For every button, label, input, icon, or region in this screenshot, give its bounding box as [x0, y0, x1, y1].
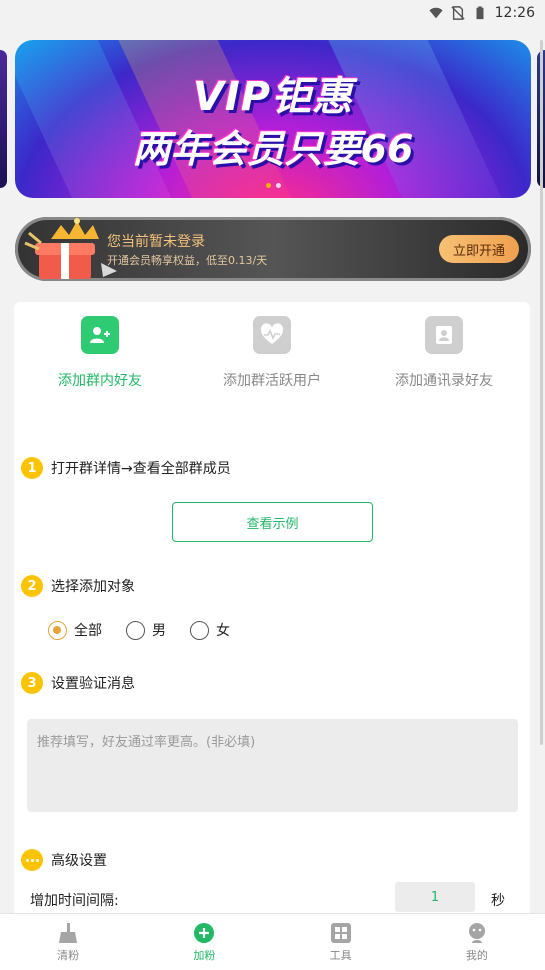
vip-promo-bar[interactable]: 您当前暂未登录 开通会员畅享权益，低至0.13/天 立即开通 — [15, 217, 531, 281]
broom-icon — [57, 922, 79, 944]
radio-label: 男 — [152, 623, 166, 639]
vip-title: 您当前暂未登录 — [107, 234, 205, 250]
tab-mine[interactable]: 我的 — [409, 914, 545, 970]
view-example-button[interactable]: 查看示例 — [172, 502, 373, 542]
radio-female[interactable]: 女 — [190, 620, 230, 640]
tab-label: 添加群内好友 — [58, 373, 142, 389]
interval-label: 增加时间间隔: — [30, 893, 119, 909]
radio-all[interactable]: 全部 — [48, 620, 102, 640]
step-number: 3 — [21, 672, 43, 694]
heartbeat-icon — [253, 316, 291, 354]
tab-label: 添加通讯录好友 — [395, 373, 493, 389]
radio-label: 全部 — [74, 623, 102, 639]
mode-tabs: 添加群内好友 添加群活跃用户 添加通讯录好友 — [14, 316, 530, 390]
profile-icon — [466, 922, 488, 944]
radio-button[interactable] — [190, 620, 209, 640]
tab-label: 清粉 — [57, 948, 80, 962]
radio-button[interactable] — [48, 620, 67, 640]
interval-unit: 秒 — [491, 893, 505, 909]
add-user-icon — [81, 316, 119, 354]
banner-prev-peek[interactable] — [0, 50, 7, 188]
step-2: 2 选择添加对象 — [21, 575, 135, 597]
step-text: 选择添加对象 — [51, 579, 135, 595]
tab-active-users[interactable]: 添加群活跃用户 — [186, 316, 358, 390]
step-text: 打开群详情→查看全部群成员 — [51, 461, 231, 477]
interval-row: 增加时间间隔: 1 秒 — [30, 882, 520, 912]
carousel-dot[interactable] — [275, 183, 281, 188]
tab-clean-fans[interactable]: 清粉 — [0, 914, 136, 970]
advanced-settings[interactable]: 高级设置 — [21, 849, 107, 871]
interval-input[interactable]: 1 — [395, 882, 475, 912]
tab-label: 工具 — [329, 948, 352, 962]
banner-slide[interactable]: VIP钜惠 两年会员只要66 — [15, 40, 531, 198]
tab-label: 加粉 — [193, 948, 216, 962]
step-3: 3 设置验证消息 — [21, 672, 135, 694]
status-time: 12:26 — [494, 5, 535, 21]
plus-circle-icon — [193, 922, 215, 944]
open-vip-button[interactable]: 立即开通 — [439, 235, 519, 263]
bottom-tab-bar: 清粉 加粉 工具 我的 — [0, 913, 545, 970]
tab-group-friends[interactable]: 添加群内好友 — [14, 316, 186, 390]
radio-male[interactable]: 男 — [126, 620, 166, 640]
scrollbar[interactable] — [540, 40, 543, 745]
status-bar: 12:26 — [0, 0, 545, 26]
tab-label: 我的 — [465, 948, 488, 962]
grid-icon — [330, 922, 352, 944]
main-card: 添加群内好友 添加群活跃用户 添加通讯录好友 1 打开群详情→查看全部群成员 查… — [14, 302, 530, 922]
vip-subtitle: 开通会员畅享权益，低至0.13/天 — [107, 254, 268, 267]
no-sim-icon — [451, 6, 465, 20]
contacts-icon — [425, 316, 463, 354]
step-number: 2 — [21, 575, 43, 597]
tab-contacts[interactable]: 添加通讯录好友 — [358, 316, 530, 390]
gender-radio-group: 全部 男 女 — [48, 620, 230, 640]
tab-tools[interactable]: 工具 — [273, 914, 409, 970]
banner-subheadline: 两年会员只要66 — [132, 127, 414, 171]
step-number: 1 — [21, 457, 43, 479]
banner-headline: VIP钜惠 — [192, 74, 354, 120]
more-icon — [21, 849, 43, 871]
step-text: 设置验证消息 — [51, 676, 135, 692]
advanced-settings-label: 高级设置 — [51, 853, 107, 869]
carousel-dots — [15, 183, 531, 188]
verification-message-input[interactable]: 推荐填写，好友通过率更高。(非必填) — [27, 719, 518, 812]
wifi-icon — [429, 7, 443, 19]
tab-add-fans[interactable]: 加粉 — [136, 914, 272, 970]
carousel-dot[interactable] — [265, 183, 271, 188]
tab-label: 添加群活跃用户 — [223, 373, 321, 389]
battery-icon — [476, 6, 484, 20]
banner-carousel[interactable]: VIP钜惠 两年会员只要66 — [0, 40, 545, 198]
radio-button[interactable] — [126, 620, 145, 640]
radio-label: 女 — [216, 623, 230, 639]
step-1: 1 打开群详情→查看全部群成员 — [21, 457, 231, 479]
